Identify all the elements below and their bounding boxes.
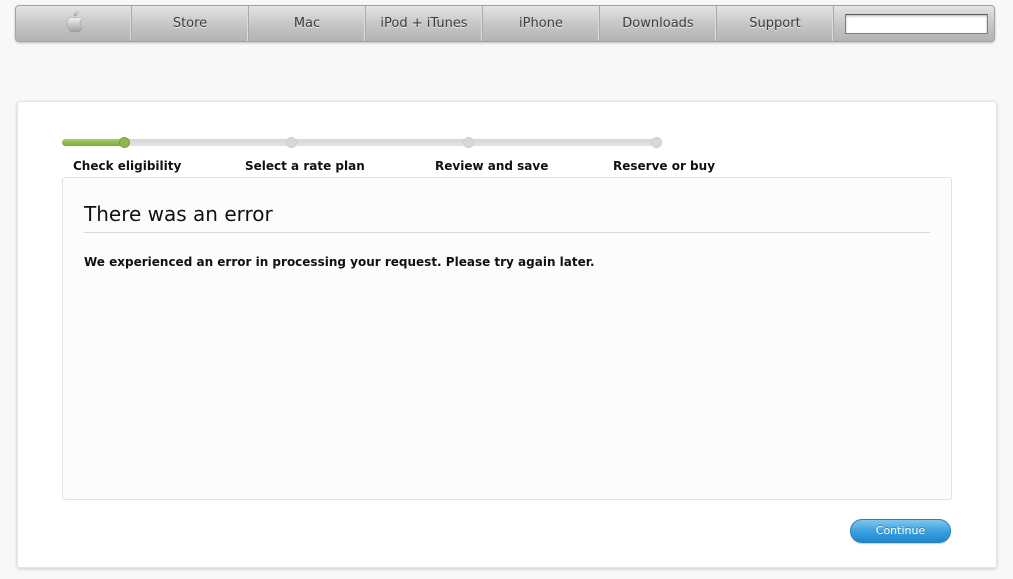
nav-support[interactable]: Support (717, 6, 834, 41)
nav-apple-home[interactable] (16, 6, 132, 41)
search-input[interactable] (844, 13, 988, 34)
error-title: There was an error (84, 202, 930, 233)
nav-ipod-itunes[interactable]: iPod + iTunes (366, 6, 483, 41)
progress-steps: Check eligibility Select a rate plan Rev… (18, 159, 998, 175)
continue-button[interactable]: Continue (850, 519, 951, 543)
page: Store Mac iPod + iTunes iPhone Downloads… (0, 0, 1013, 579)
progress-step-dot (119, 137, 130, 148)
nav-store[interactable]: Store (132, 6, 249, 41)
progress-step-dot (463, 137, 474, 148)
step-reserve-or-buy: Reserve or buy (613, 159, 716, 173)
step-check-eligibility: Check eligibility (73, 159, 182, 173)
main-panel: Check eligibility Select a rate plan Rev… (17, 101, 997, 568)
global-nav: Store Mac iPod + iTunes iPhone Downloads… (15, 5, 995, 42)
nav-downloads[interactable]: Downloads (600, 6, 717, 41)
progress-step-dot (286, 137, 297, 148)
apple-logo-icon (65, 10, 83, 37)
progress-fill (62, 139, 125, 146)
step-review-and-save: Review and save (435, 159, 549, 173)
progress-bar (62, 137, 663, 149)
progress-track (62, 139, 660, 146)
nav-mac[interactable]: Mac (249, 6, 366, 41)
nav-iphone[interactable]: iPhone (483, 6, 600, 41)
search-container (834, 6, 994, 41)
step-select-rate-plan: Select a rate plan (245, 159, 365, 173)
error-message: We experienced an error in processing yo… (84, 255, 595, 269)
error-box: There was an error We experienced an err… (62, 177, 952, 500)
progress-step-dot (651, 137, 662, 148)
